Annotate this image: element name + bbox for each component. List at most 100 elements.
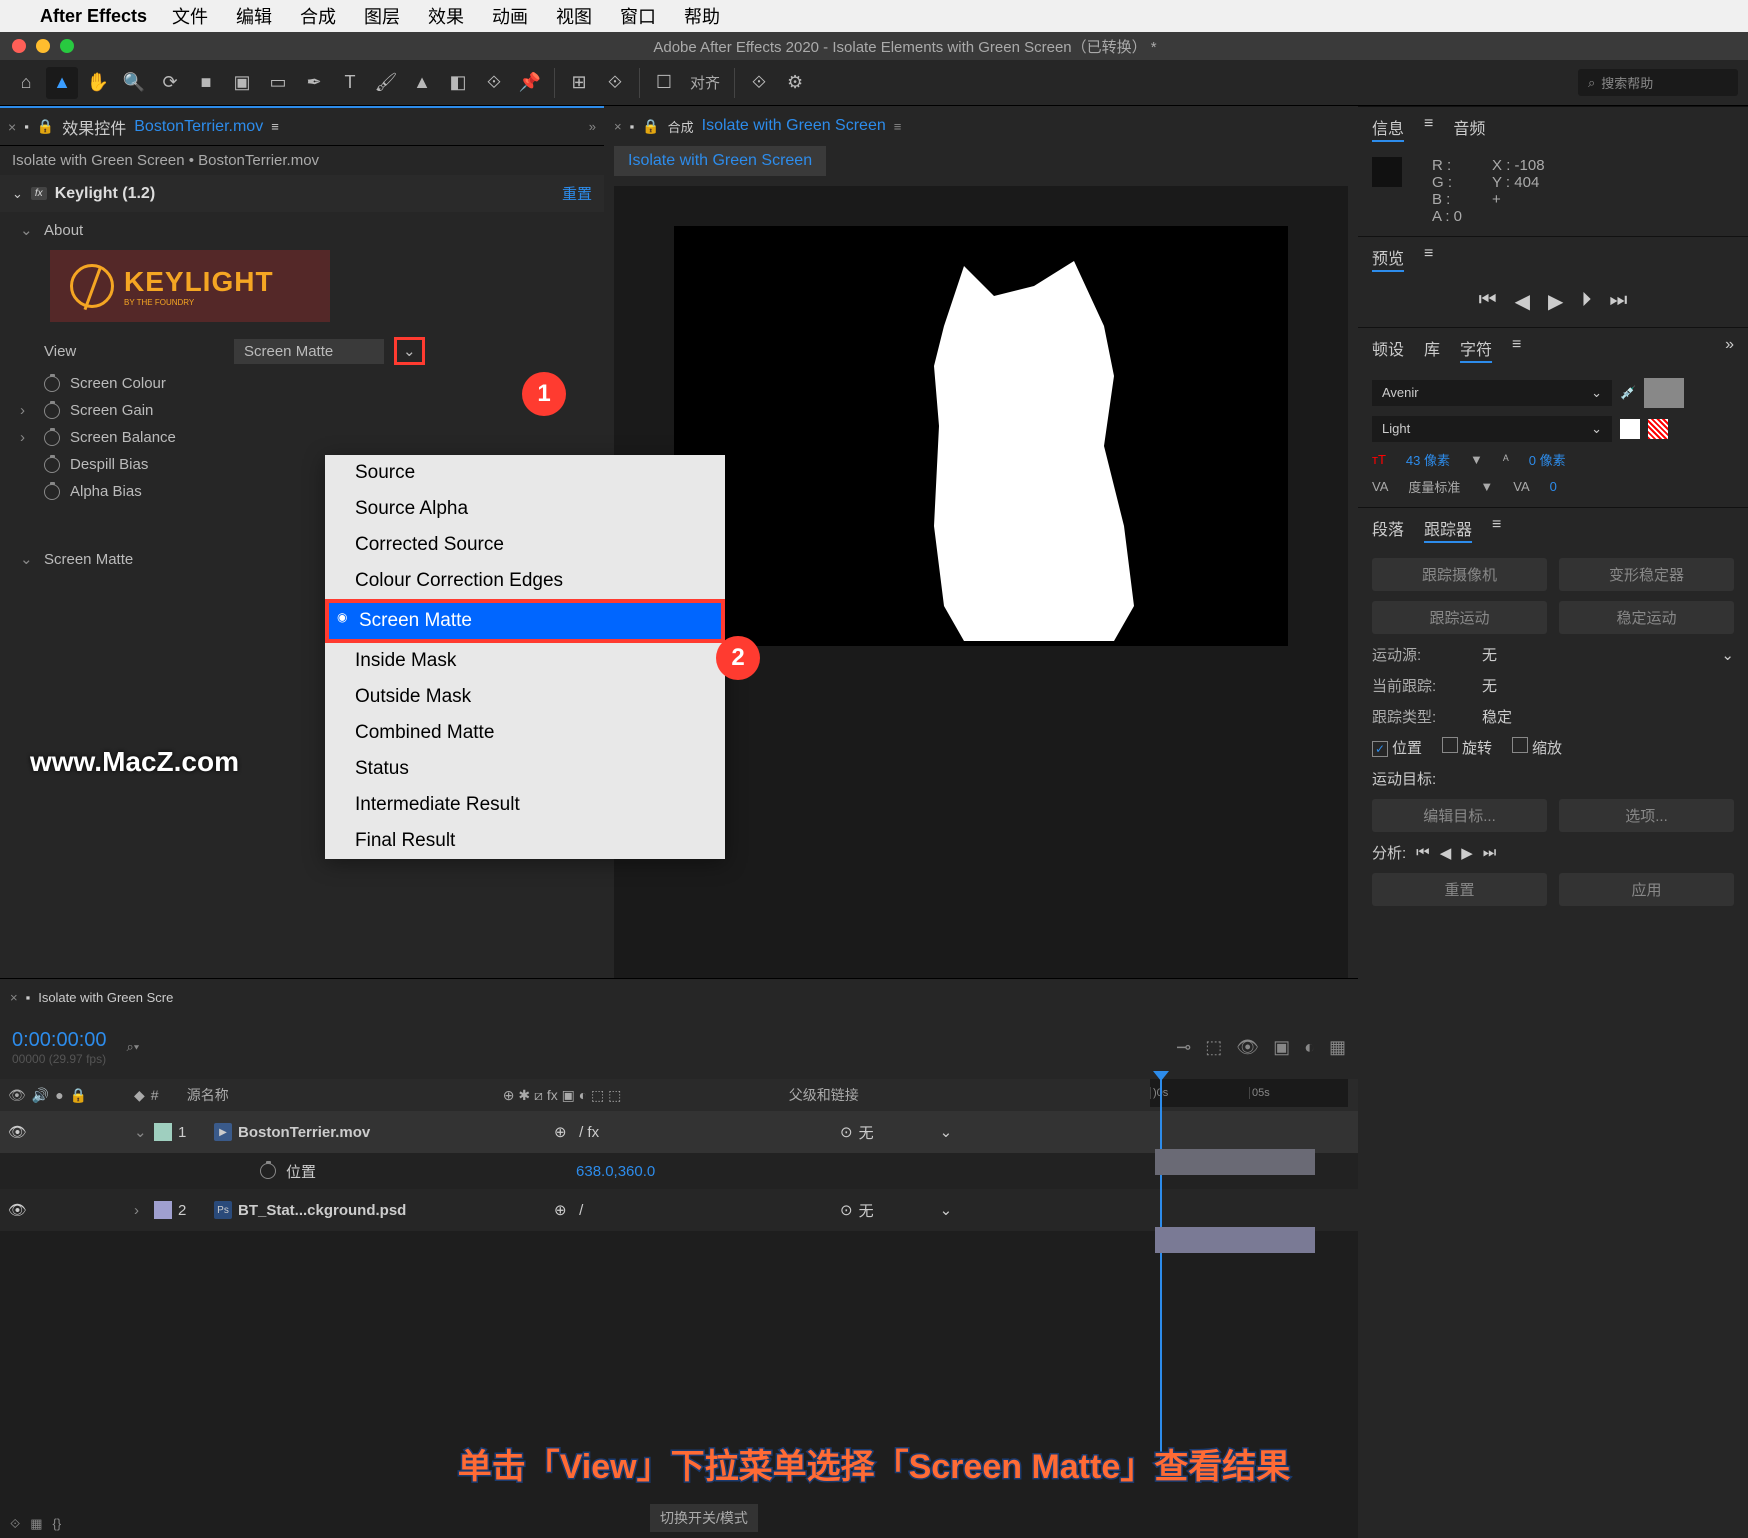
twirl-icon[interactable]: › — [20, 429, 34, 446]
panel-menu-icon[interactable]: ≡ — [894, 119, 902, 134]
panel-menu-icon[interactable]: ≡ — [271, 119, 279, 134]
tab-paragraph[interactable]: 段落 — [1372, 516, 1404, 540]
edit-target-button[interactable]: 编辑目标... — [1372, 799, 1547, 832]
menu-animation[interactable]: 动画 — [492, 3, 528, 29]
label-col-icon[interactable]: ◆ — [134, 1087, 145, 1104]
current-time[interactable]: 0:00:00:00 — [12, 1029, 107, 1052]
eraser-tool-icon[interactable]: ◧ — [442, 67, 474, 99]
eyedropper-icon[interactable]: 💉 — [1620, 385, 1636, 401]
fx-badge-icon[interactable]: fx — [31, 187, 47, 200]
orbit-tool-icon[interactable]: ⟳ — [154, 67, 186, 99]
stabilize-motion-button[interactable]: 稳定运动 — [1559, 601, 1734, 634]
menu-view[interactable]: 视图 — [556, 3, 592, 29]
twirl-icon[interactable]: › — [20, 402, 34, 419]
font-family-select[interactable]: Avenir⌄ — [1372, 380, 1612, 406]
selection-tool-icon[interactable]: ▲ — [46, 67, 78, 99]
prev-frame-icon[interactable]: ◀ — [1515, 289, 1530, 314]
screen-colour-row[interactable]: Screen Colour — [20, 370, 584, 397]
analyze-back-all-icon[interactable]: ⏮ — [1416, 844, 1430, 861]
link-icon[interactable]: ⟐ — [10, 1516, 20, 1532]
dropdown-item-source-alpha[interactable]: Source Alpha — [325, 491, 725, 527]
layer-row-1[interactable]: 👁 ⌄ 1 ▶ BostonTerrier.mov ⊕ / fx ⊙ 无 ⌄ — [0, 1111, 1358, 1153]
expand-icon[interactable]: » — [589, 119, 596, 134]
about-row[interactable]: ⌄ About — [20, 216, 584, 244]
track-type-value[interactable]: 稳定 — [1482, 706, 1512, 727]
first-frame-icon[interactable]: ⏮ — [1479, 289, 1497, 314]
dropdown-item-corrected-source[interactable]: Corrected Source — [325, 527, 725, 563]
stopwatch-icon[interactable] — [44, 457, 60, 473]
comp-inner-tab[interactable]: Isolate with Green Screen — [614, 146, 826, 176]
pan-behind-icon[interactable]: ▣ — [226, 67, 258, 99]
parent-select[interactable]: 无 — [859, 1122, 874, 1143]
frame-blend-icon[interactable]: ▣ — [1273, 1037, 1290, 1058]
panel-menu-icon[interactable]: ≡ — [1424, 245, 1433, 269]
parent-col[interactable]: 父级和链接 — [789, 1085, 989, 1105]
twirl-icon[interactable]: ⌄ — [20, 221, 34, 239]
analyze-back-icon[interactable]: ◀ — [1440, 844, 1452, 862]
timeline-search[interactable]: ⌕▾ — [127, 1039, 140, 1055]
help-search[interactable]: ⌕ 搜索帮助 — [1578, 69, 1738, 96]
dropdown-item-screen-matte[interactable]: Screen Matte — [325, 599, 725, 643]
pen-tool-icon[interactable]: ✒ — [298, 67, 330, 99]
dropdown-item-intermediate[interactable]: Intermediate Result — [325, 787, 725, 823]
position-checkbox[interactable]: 位置 — [1372, 737, 1422, 758]
fill-color-swatch[interactable] — [1644, 378, 1684, 408]
reset-link[interactable]: 重置 — [562, 183, 592, 204]
twirl-icon[interactable]: ⌄ — [20, 550, 34, 568]
tab-presets[interactable]: 顿设 — [1372, 336, 1404, 360]
warp-stabilizer-button[interactable]: 变形稳定器 — [1559, 558, 1734, 591]
tab-file-link[interactable]: BostonTerrier.mov — [134, 118, 263, 136]
zoom-tool-icon[interactable]: 🔍 — [118, 67, 150, 99]
menu-composition[interactable]: 合成 — [300, 3, 336, 29]
menubar-app-name[interactable]: After Effects — [40, 6, 147, 27]
roto-brush-icon[interactable]: ⟐ — [478, 67, 510, 99]
tab-info[interactable]: 信息 — [1372, 115, 1404, 139]
stopwatch-icon[interactable] — [44, 376, 60, 392]
analyze-fwd-icon[interactable]: ▶ — [1461, 844, 1473, 862]
pickwhip-icon[interactable]: ⊙ — [840, 1123, 853, 1141]
shy-icon[interactable]: 👁 — [1236, 1037, 1259, 1058]
auto-icon[interactable]: ⟐ — [743, 67, 775, 99]
lock-icon[interactable]: 🔒 — [70, 1087, 87, 1104]
tab-audio[interactable]: 音频 — [1453, 115, 1485, 139]
layer-name[interactable]: BostonTerrier.mov — [238, 1124, 548, 1141]
snap-icon[interactable]: ☐ — [648, 67, 680, 99]
tab-tracker[interactable]: 跟踪器 — [1424, 516, 1472, 540]
dropdown-arrow-highlighted[interactable]: ⌄ — [394, 337, 425, 365]
dropdown-item-source[interactable]: Source — [325, 455, 725, 491]
switch-toggle-button[interactable]: 切换开关/模式 — [650, 1504, 758, 1532]
screen-balance-row[interactable]: ›Screen Balance — [20, 424, 584, 451]
panel-menu-icon[interactable]: ≡ — [1492, 516, 1501, 540]
no-stroke-icon[interactable] — [1648, 419, 1668, 439]
brush-tool-icon[interactable]: 🖌 — [370, 67, 402, 99]
track-camera-button[interactable]: 跟踪摄像机 — [1372, 558, 1547, 591]
timeline-tab-name[interactable]: Isolate with Green Scre — [38, 990, 173, 1005]
close-tab-icon[interactable]: × — [10, 990, 18, 1005]
layer-row-2[interactable]: 👁 › 2 Ps BT_Stat...ckground.psd ⊕ / ⊙ 无 … — [0, 1189, 1358, 1231]
grid-icon[interactable]: ⊞ — [563, 67, 595, 99]
close-tab-icon[interactable]: × — [614, 119, 622, 134]
stopwatch-icon[interactable] — [44, 484, 60, 500]
layer-color-swatch[interactable] — [154, 1123, 172, 1141]
font-size-value[interactable]: 43 像素 — [1406, 450, 1450, 469]
render-icon[interactable]: ▦ — [30, 1516, 42, 1532]
menu-window[interactable]: 窗口 — [620, 3, 656, 29]
dropdown-item-final-result[interactable]: Final Result — [325, 823, 725, 859]
layer-1-bar[interactable] — [1155, 1149, 1315, 1175]
kerning-value[interactable]: 度量标准 — [1408, 477, 1460, 496]
brackets-icon[interactable]: {} — [53, 1516, 62, 1532]
audio-icon[interactable]: 🔊 — [32, 1087, 49, 1104]
tab-library[interactable]: 库 — [1424, 336, 1440, 360]
dropdown-item-status[interactable]: Status — [325, 751, 725, 787]
twirl-icon[interactable]: ⌄ — [134, 1123, 148, 1141]
menu-help[interactable]: 帮助 — [684, 3, 720, 29]
expand-icon[interactable]: » — [1725, 336, 1734, 360]
dropdown-item-combined-matte[interactable]: Combined Matte — [325, 715, 725, 751]
apply-button[interactable]: 应用 — [1559, 873, 1734, 906]
dropdown-item-inside-mask[interactable]: Inside Mask — [325, 643, 725, 679]
layer-color-swatch[interactable] — [154, 1201, 172, 1219]
menu-layer[interactable]: 图层 — [364, 3, 400, 29]
motion-blur-icon[interactable]: ◐ — [1304, 1037, 1315, 1058]
twirl-icon[interactable]: › — [134, 1202, 148, 1219]
view-dropdown[interactable]: Screen Matte — [234, 339, 384, 364]
